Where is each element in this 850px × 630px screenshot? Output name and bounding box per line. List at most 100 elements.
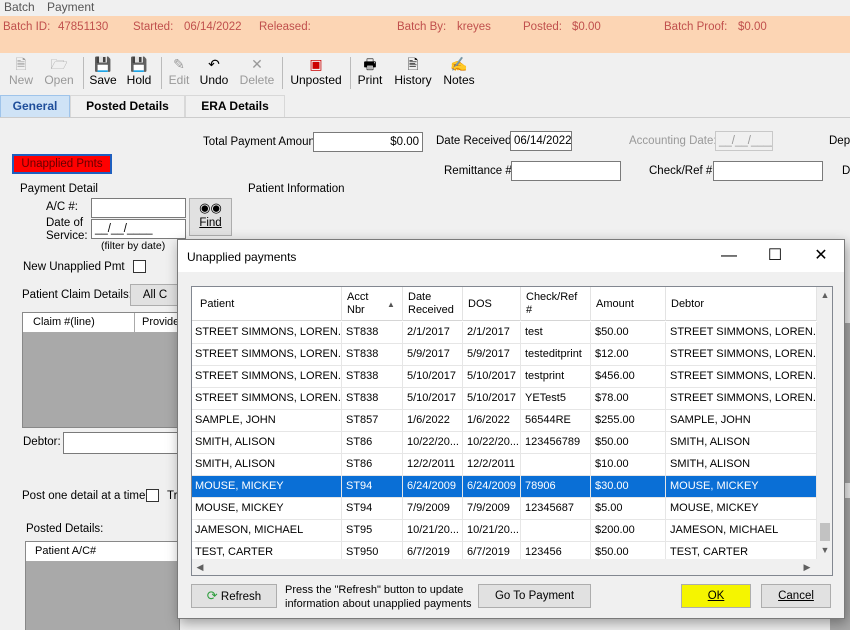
tab-era-details[interactable]: ERA Details (185, 95, 285, 117)
menu-batch[interactable]: Batch (4, 0, 35, 14)
print-button[interactable]: 🖶 Print (356, 55, 384, 91)
claim-details-grid[interactable]: Claim #(line) Provide (22, 312, 180, 428)
unapplied-pmts-button[interactable]: Unapplied Pmts (12, 154, 112, 174)
history-button[interactable]: 🖹 History (392, 55, 434, 91)
remittance-field[interactable] (511, 161, 621, 181)
scroll-left-icon[interactable]: ◀ (195, 562, 205, 573)
cell-patient: MOUSE, MICKEY (192, 498, 342, 519)
table-row[interactable]: STREET SIMMONS, LOREN... ST838 5/10/2017 5/… (192, 366, 817, 388)
dos-label-2: Service: (46, 230, 88, 242)
table-row[interactable]: STREET SIMMONS, LOREN... ST838 5/9/2017 5/9… (192, 344, 817, 366)
scroll-down-icon[interactable]: ▼ (817, 545, 832, 555)
debtor-field[interactable] (63, 432, 181, 454)
save-button[interactable]: 💾 Save (89, 55, 117, 91)
check-ref-label: Check/Ref #: (649, 165, 716, 177)
cell-debtor: SMITH, ALISON (666, 432, 817, 453)
refresh-button[interactable]: ⟳ Refresh (191, 584, 277, 608)
unposted-button[interactable]: ▣ Unposted (288, 55, 344, 91)
cell-acct-nbr: ST95 (342, 520, 403, 541)
patient-ac-column[interactable]: Patient A/C# (35, 545, 96, 557)
cell-patient: MOUSE, MICKEY (192, 476, 342, 497)
all-claims-button[interactable]: All C (130, 284, 180, 306)
table-row[interactable]: SMITH, ALISON ST86 12/2/2011 12/2/2011 $10.0… (192, 454, 817, 476)
cell-dos: 5/10/2017 (463, 388, 521, 409)
vertical-scroll-thumb[interactable] (820, 523, 830, 541)
minimize-icon[interactable]: — (706, 240, 752, 272)
check-ref-field[interactable] (713, 161, 823, 181)
scroll-right-icon[interactable]: ▶ (802, 562, 812, 573)
column-dos[interactable]: DOS (463, 287, 521, 321)
new-unapplied-checkbox[interactable] (133, 260, 146, 273)
date-received-field[interactable]: 06/14/2022 (510, 131, 572, 151)
go-to-payment-button[interactable]: Go To Payment (478, 584, 591, 608)
ac-field[interactable] (91, 198, 186, 218)
undo-button[interactable]: ↶ Undo (199, 55, 229, 91)
edit-button[interactable]: ✎ Edit (166, 55, 192, 91)
table-row[interactable]: JAMESON, MICHAEL ST95 10/21/20... 10/21/20.… (192, 520, 817, 542)
cell-date-received: 5/10/2017 (403, 388, 463, 409)
close-icon[interactable]: ✕ (798, 240, 844, 272)
column-divider (134, 313, 135, 332)
unapplied-payments-grid[interactable]: Patient Acct Nbr ▲ Date Received DOS Che… (191, 286, 833, 576)
column-date-received[interactable]: Date Received (403, 287, 463, 321)
cell-debtor: SAMPLE, JOHN (666, 410, 817, 431)
post-one-checkbox[interactable] (146, 489, 159, 502)
batch-proof-label: Batch Proof: (664, 21, 728, 33)
batch-id-label: Batch ID: (3, 21, 51, 33)
horizontal-scrollbar[interactable]: ◀ ▶ (192, 559, 817, 575)
table-row[interactable]: MOUSE, MICKEY ST94 7/9/2009 7/9/2009 1234568… (192, 498, 817, 520)
column-amount[interactable]: Amount (591, 287, 666, 321)
open-button[interactable]: 🗁 Open (43, 55, 75, 91)
ok-button[interactable]: OK (681, 584, 751, 608)
hold-button[interactable]: 💾 Hold (124, 55, 154, 91)
date-of-service-field[interactable]: __/__/____ (91, 219, 186, 239)
cancel-button[interactable]: Cancel (761, 584, 831, 608)
tab-posted-details[interactable]: Posted Details (70, 95, 185, 117)
find-button[interactable]: ◉◉ Find (189, 198, 232, 236)
provider-column[interactable]: Provide (142, 316, 179, 328)
scrollbar-corner (817, 559, 832, 575)
accounting-date-field: __/__/____ (715, 131, 773, 151)
batch-by-value: kreyes (457, 21, 491, 33)
delete-x-icon: ✕ (251, 56, 263, 72)
new-document-icon: 🗎 (15, 56, 27, 72)
tab-strip: General Posted Details ERA Details (0, 93, 850, 117)
binoculars-icon: ◉◉ (199, 200, 222, 215)
claim-column[interactable]: Claim #(line) (33, 316, 95, 328)
cell-acct-nbr: ST94 (342, 498, 403, 519)
batch-info-bar: Batch ID: 47851130 Started: 06/14/2022 R… (0, 16, 850, 53)
vertical-scrollbar[interactable]: ▲ ▼ (817, 287, 832, 559)
column-patient[interactable]: Patient (192, 287, 342, 321)
cell-check-ref: test (521, 322, 591, 343)
folder-open-icon: 🗁 (50, 56, 68, 72)
notes-button[interactable]: ✍ Notes (441, 55, 477, 91)
scroll-up-icon[interactable]: ▲ (817, 290, 832, 300)
cell-patient: STREET SIMMONS, LOREN... (192, 366, 342, 387)
maximize-icon[interactable]: ☐ (752, 240, 798, 272)
printer-icon: 🖶 (363, 56, 377, 72)
table-row[interactable]: STREET SIMMONS, LOREN... ST838 2/1/2017 2/1… (192, 322, 817, 344)
d-label: D (842, 165, 850, 177)
refresh-icon: ⟳ (206, 588, 218, 603)
column-check-ref[interactable]: Check/Ref # (521, 287, 591, 321)
table-row[interactable]: MOUSE, MICKEY ST94 6/24/2009 6/24/2009 78906… (192, 476, 817, 498)
table-row[interactable]: SMITH, ALISON ST86 10/22/20... 10/22/20... 1… (192, 432, 817, 454)
column-acct-nbr[interactable]: Acct Nbr ▲ (342, 287, 403, 321)
posted-details-grid[interactable]: Patient A/C# (25, 541, 180, 630)
new-button[interactable]: 🗎 New (6, 55, 36, 91)
tab-general[interactable]: General (0, 95, 70, 117)
total-payment-field[interactable]: $0.00 (313, 132, 423, 152)
toolbar: 🗎 New 🗁 Open 💾 Save 💾 Hold ✎ Edit ↶ Undo… (0, 53, 850, 93)
cell-debtor: STREET SIMMONS, LOREN... (666, 388, 817, 409)
cell-check-ref: 78906 (521, 476, 591, 497)
menu-payment[interactable]: Payment (47, 0, 94, 14)
grid-header: Patient Acct Nbr ▲ Date Received DOS Che… (192, 287, 817, 321)
table-row[interactable]: STREET SIMMONS, LOREN... ST838 5/10/2017 5/… (192, 388, 817, 410)
table-row[interactable]: SAMPLE, JOHN ST857 1/6/2022 1/6/2022 56544RE… (192, 410, 817, 432)
new-unapplied-label: New Unapplied Pmt (23, 261, 125, 273)
column-debtor[interactable]: Debtor (666, 287, 817, 321)
cell-dos: 1/6/2022 (463, 410, 521, 431)
cell-debtor: MOUSE, MICKEY (666, 476, 817, 497)
menu-bar: Batch Payment (0, 0, 850, 16)
delete-button[interactable]: ✕ Delete (238, 55, 276, 91)
